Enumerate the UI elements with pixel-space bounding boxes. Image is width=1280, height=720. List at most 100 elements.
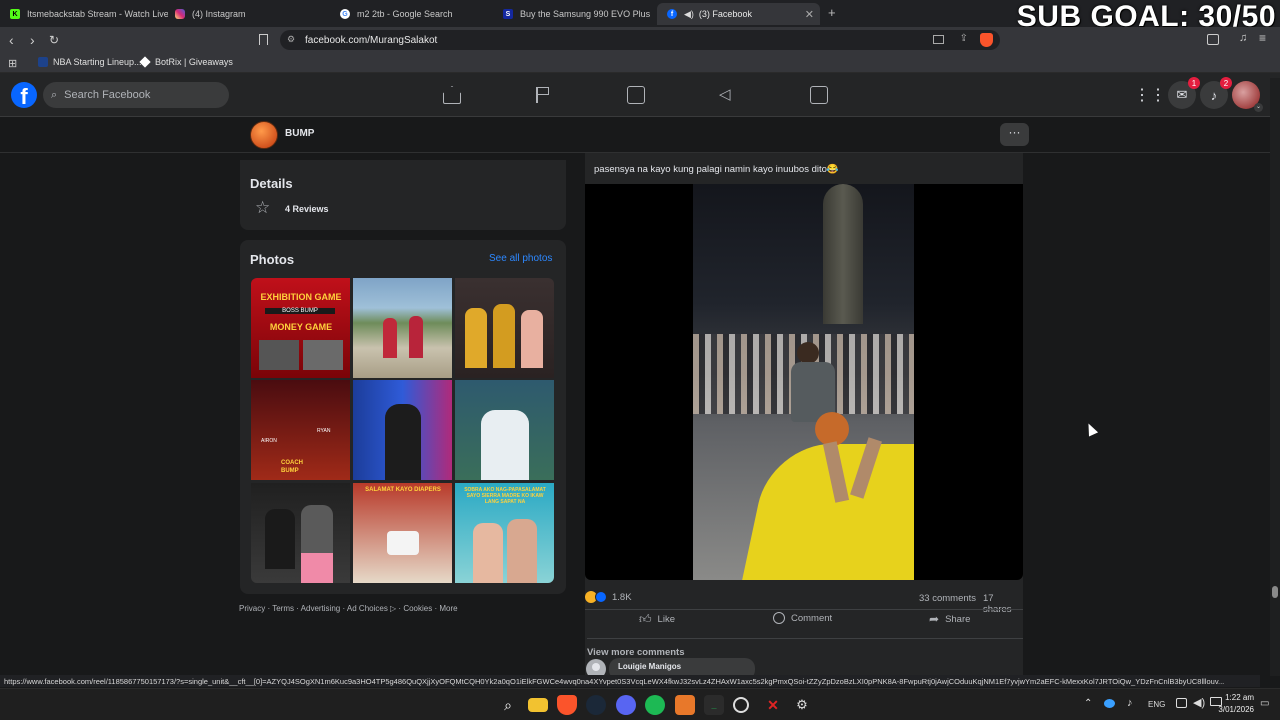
footer-link[interactable]: Advertising <box>301 604 341 613</box>
url-text: facebook.com/MurangSalakot <box>305 34 438 46</box>
photo-thumbnail[interactable] <box>251 483 350 583</box>
search-icon[interactable]: ⌕ <box>498 695 518 715</box>
instagram-icon <box>175 9 185 19</box>
pages-flag-icon[interactable] <box>536 87 549 103</box>
photo-thumbnail[interactable] <box>353 380 452 480</box>
photo-thumbnail[interactable] <box>353 278 452 378</box>
tab-title: m2 2tb - Google Search <box>357 9 453 19</box>
app-x-icon[interactable]: ✕ <box>763 695 783 715</box>
new-tab-icon[interactable]: + <box>828 5 836 20</box>
discord-icon[interactable] <box>616 695 636 715</box>
menu-icon[interactable]: ≡ <box>1259 31 1266 45</box>
home-icon[interactable] <box>443 86 461 104</box>
footer-link[interactable]: Terms <box>272 604 294 613</box>
photo-thumbnail[interactable] <box>455 380 554 480</box>
recorder-icon[interactable] <box>733 697 749 713</box>
photo-thumbnail[interactable]: SALAMAT KAYO DIAPERS <box>353 483 452 583</box>
site-settings-icon[interactable]: ⚙ <box>287 34 295 45</box>
chevron-down-icon[interactable]: ⌄ <box>1254 103 1263 112</box>
windows-start-icon[interactable] <box>469 696 487 714</box>
bookmark-nba[interactable]: NBA Starting Lineup... <box>38 57 142 67</box>
scrollbar-thumb[interactable] <box>1272 586 1278 598</box>
bookmark-icon[interactable] <box>259 34 268 45</box>
share-label: Share <box>945 613 971 625</box>
photo-thumbnail[interactable]: EXHIBITION GAME BOSS BUMP MONEY GAME <box>251 278 350 378</box>
footer-links: Privacy · Terms · Advertising · Ad Choic… <box>239 604 458 613</box>
photo-thumbnail[interactable]: AIRON RYAN COACH BUMP <box>251 380 350 480</box>
microphone-icon[interactable]: ♪ <box>1127 697 1133 709</box>
apps-grid-icon[interactable]: ⊞ <box>8 57 17 70</box>
page-avatar[interactable] <box>250 121 278 149</box>
reviews-link[interactable]: 4 Reviews <box>285 204 329 214</box>
file-explorer-icon[interactable] <box>528 698 548 712</box>
menu-grid-icon[interactable]: ⋮⋮ <box>1134 81 1166 109</box>
footer-link[interactable]: Cookies <box>403 604 432 613</box>
speaker-icon[interactable]: ◀) <box>684 9 694 20</box>
reactions-summary[interactable]: 1.8K <box>585 591 632 603</box>
onedrive-icon[interactable] <box>1104 699 1115 708</box>
insights-icon[interactable] <box>627 86 645 104</box>
notification-center-icon[interactable]: ▭ <box>1260 698 1269 709</box>
more-options-button[interactable]: ··· <box>1000 123 1029 146</box>
photo-thumbnail[interactable] <box>455 278 554 378</box>
clock-time[interactable]: 1:22 am <box>1212 693 1254 702</box>
brave-shields-icon[interactable] <box>980 33 993 47</box>
app-icon[interactable] <box>675 695 695 715</box>
bookmark-botrix[interactable]: BotRix | Giveaways <box>139 56 233 68</box>
shares-count[interactable]: 17 shares <box>983 593 1023 615</box>
like-button[interactable]: 👍︎ Like <box>639 612 675 627</box>
ads-megaphone-icon[interactable]: ◁ <box>719 87 731 103</box>
notifications-bell-icon[interactable]: ♪ 2 <box>1200 77 1232 109</box>
comment-label: Comment <box>791 612 833 624</box>
steam-icon[interactable] <box>586 695 606 715</box>
forward-icon[interactable]: › <box>30 32 35 48</box>
media-icon[interactable]: ♫ <box>1239 32 1247 44</box>
search-placeholder: Search Facebook <box>64 89 151 101</box>
terminal-icon[interactable]: _ <box>704 695 724 715</box>
language-indicator[interactable]: ENG <box>1148 700 1165 709</box>
commenter-name[interactable]: Louigie Manigos <box>618 662 681 671</box>
facebook-logo-icon[interactable]: f <box>11 82 37 108</box>
status-bar-url: https://www.facebook.com/reel/1185867750… <box>0 675 1260 687</box>
settings-gear-icon[interactable]: ⚙ <box>792 695 812 715</box>
address-bar[interactable]: ⚙ facebook.com/MurangSalakot ⇪ <box>280 30 1000 50</box>
comment-button[interactable]: Comment <box>773 612 832 624</box>
tab-instagram[interactable]: (4) Instagram <box>165 3 330 25</box>
share-page-icon[interactable]: ⇪ <box>960 33 968 44</box>
see-all-photos-link[interactable]: See all photos <box>489 253 552 264</box>
brave-browser-icon[interactable] <box>557 695 577 715</box>
tab-google-search[interactable]: G m2 2tb - Google Search <box>330 3 495 25</box>
comments-count[interactable]: 33 comments <box>919 593 976 604</box>
botrix-icon <box>139 56 151 68</box>
tray-chevron-up-icon[interactable]: ⌃ <box>1084 698 1092 709</box>
messenger-icon[interactable]: ✉ 1 <box>1168 77 1200 109</box>
spotify-icon[interactable] <box>645 695 665 715</box>
footer-link[interactable]: Privacy <box>239 604 265 613</box>
tab-facebook[interactable]: f ◀) (3) Facebook ✕ <box>657 3 820 25</box>
share-button[interactable]: ➦ Share <box>929 612 970 626</box>
network-icon[interactable] <box>1176 698 1187 708</box>
photo-text: AIRON <box>261 438 277 444</box>
reactions-count: 1.8K <box>612 591 632 603</box>
reload-icon[interactable]: ↻ <box>49 32 59 48</box>
back-icon[interactable]: ‹ <box>9 32 14 48</box>
footer-link[interactable]: More <box>439 604 457 613</box>
search-input[interactable]: ⌕ Search Facebook <box>43 82 229 108</box>
photo-text: EXHIBITION GAME <box>260 292 342 302</box>
calendar-icon[interactable] <box>810 86 828 104</box>
clock-date[interactable]: 3/01/2026 <box>1206 705 1254 714</box>
photo-thumbnail[interactable]: SOBRA AKO NAG-PAPASALAMAT SAYO SIERRA MA… <box>455 483 554 583</box>
browser-tab-strip: K Itsmebackstab Stream - Watch Live o (4… <box>0 0 1280 33</box>
star-icon: ☆ <box>255 198 271 217</box>
page-scrollbar[interactable] <box>1270 78 1280 676</box>
cast-icon[interactable] <box>933 35 944 44</box>
sidebar-icon[interactable] <box>1207 34 1219 45</box>
messenger-badge: 1 <box>1188 77 1200 89</box>
close-tab-icon[interactable]: ✕ <box>805 8 814 21</box>
footer-link[interactable]: Ad Choices ▷ <box>347 604 396 613</box>
volume-icon[interactable]: ◀) <box>1193 696 1205 709</box>
tab-kick-stream[interactable]: K Itsmebackstab Stream - Watch Live o <box>0 3 168 25</box>
tab-samsung[interactable]: S Buy the Samsung 990 EVO Plus 2TB <box>493 3 653 25</box>
page-name[interactable]: BUMP <box>285 128 314 139</box>
reel-video-player[interactable] <box>585 184 1023 580</box>
